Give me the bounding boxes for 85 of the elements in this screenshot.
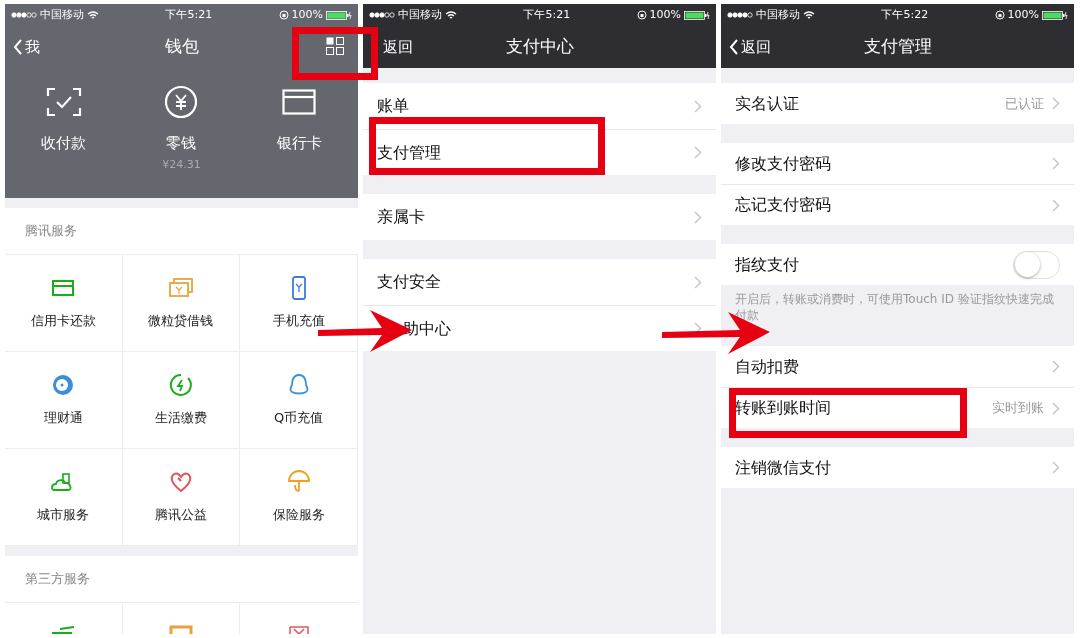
- settings-row[interactable]: 转账到账时间 实时到账: [721, 387, 1074, 428]
- bag-icon: [169, 625, 193, 634]
- service-tile[interactable]: 生活缴费: [122, 352, 241, 449]
- service-tile[interactable]: 保险服务: [240, 449, 358, 546]
- settings-row[interactable]: 实名认证 已认证: [721, 83, 1074, 124]
- status-time: 下午5:21: [165, 6, 213, 23]
- carrier-name: 中国移动: [398, 6, 442, 23]
- yen-circle-icon: [164, 85, 199, 119]
- row-label: 忘记支付密码: [735, 194, 831, 216]
- wallet-action-button[interactable]: 银行卡: [240, 68, 358, 198]
- cup-icon: [288, 625, 311, 634]
- nav-title: 支付管理: [863, 35, 932, 59]
- settings-row[interactable]: 忘记支付密码: [721, 184, 1074, 225]
- status-time: 下午5:22: [881, 6, 929, 23]
- settings-row[interactable]: 自动扣费: [721, 346, 1074, 387]
- carrier-name: 中国移动: [756, 6, 800, 23]
- signal-icon: [369, 12, 395, 18]
- chevron-icon: [1052, 360, 1060, 373]
- grid-menu-icon[interactable]: [326, 37, 344, 55]
- settings-row[interactable]: 亲属卡: [363, 194, 716, 240]
- wifi-icon: [445, 10, 457, 20]
- chevron-icon: [1052, 401, 1060, 415]
- rotation-lock-icon: [636, 10, 647, 20]
- carrier-name: 中国移动: [40, 6, 84, 23]
- toggle-switch[interactable]: [1013, 250, 1060, 279]
- wallet-action-button[interactable]: 零钱 ¥24.31: [122, 68, 241, 198]
- chevron-icon: [694, 146, 702, 159]
- back-chevron-icon: [13, 39, 23, 55]
- chevron-icon: [694, 275, 702, 289]
- row-label: 亲属卡: [377, 206, 425, 228]
- row-label: 注销微信支付: [735, 456, 831, 479]
- row-label: 修改支付密码: [735, 152, 831, 175]
- service-tile[interactable]: 微粒贷借钱: [122, 255, 241, 352]
- battery-percent: 100%: [291, 6, 323, 23]
- settings-row[interactable]: 修改支付密码: [721, 143, 1074, 184]
- chevron-icon: [1052, 97, 1060, 110]
- back-chevron-icon: [729, 39, 739, 55]
- lightning-icon: [168, 372, 194, 399]
- row-value: 已认证: [1005, 94, 1044, 113]
- row-label: 指纹支付: [735, 253, 799, 276]
- row-value: 实时到账: [992, 399, 1044, 418]
- service-tile[interactable]: 城市服务: [5, 449, 123, 546]
- back-button[interactable]: 返回: [371, 35, 413, 59]
- back-button[interactable]: 我: [13, 35, 40, 59]
- wifi-icon: [87, 10, 99, 20]
- back-button[interactable]: 返回: [729, 35, 771, 59]
- settings-row[interactable]: 支付管理: [363, 129, 716, 175]
- battery-percent: 100%: [1007, 6, 1039, 23]
- row-label: 自动扣费: [735, 355, 799, 378]
- chevron-icon: [694, 210, 702, 224]
- service-tile[interactable]: Q币充值: [240, 352, 358, 449]
- rotation-lock-icon: [278, 10, 289, 20]
- settings-row[interactable]: 指纹支付: [721, 244, 1074, 285]
- row-label: 转账到账时间: [735, 397, 831, 419]
- chevron-icon: [1052, 461, 1060, 474]
- bank-card-icon: [282, 89, 317, 115]
- chevron-icon: [1052, 157, 1060, 170]
- scan-check-icon: [45, 87, 82, 117]
- chevron-icon: [694, 99, 702, 113]
- settings-row[interactable]: 账单: [363, 83, 716, 129]
- section-title: 腾讯服务: [24, 222, 78, 241]
- row-label: 支付管理: [377, 141, 441, 164]
- rotation-lock-icon: [994, 10, 1005, 20]
- plane-icon: [50, 623, 77, 634]
- service-tile[interactable]: 腾讯公益: [122, 449, 241, 546]
- battery-icon: [1042, 10, 1068, 20]
- nav-title: 钱包: [164, 35, 199, 59]
- nav-title: 支付中心: [505, 35, 574, 59]
- battery-icon: [326, 10, 352, 20]
- chevron-icon: [1052, 198, 1060, 212]
- wallet-action-button[interactable]: 收付款: [5, 68, 123, 198]
- service-tile[interactable]: 信用卡还款: [5, 255, 123, 352]
- signal-icon: [11, 12, 37, 18]
- battery-icon: [684, 10, 710, 20]
- settings-row[interactable]: 支付安全: [363, 259, 716, 305]
- status-time: 下午5:21: [523, 6, 571, 23]
- row-label: 实名认证: [735, 92, 799, 115]
- settings-row[interactable]: 注销微信支付: [721, 447, 1074, 488]
- battery-percent: 100%: [649, 6, 681, 23]
- signal-icon: [727, 12, 753, 18]
- wifi-icon: [803, 10, 815, 20]
- service-tile[interactable]: 理财通: [5, 352, 123, 449]
- section-title: 第三方服务: [24, 570, 91, 589]
- row-label: 支付安全: [377, 271, 441, 293]
- row-label: 账单: [377, 95, 409, 117]
